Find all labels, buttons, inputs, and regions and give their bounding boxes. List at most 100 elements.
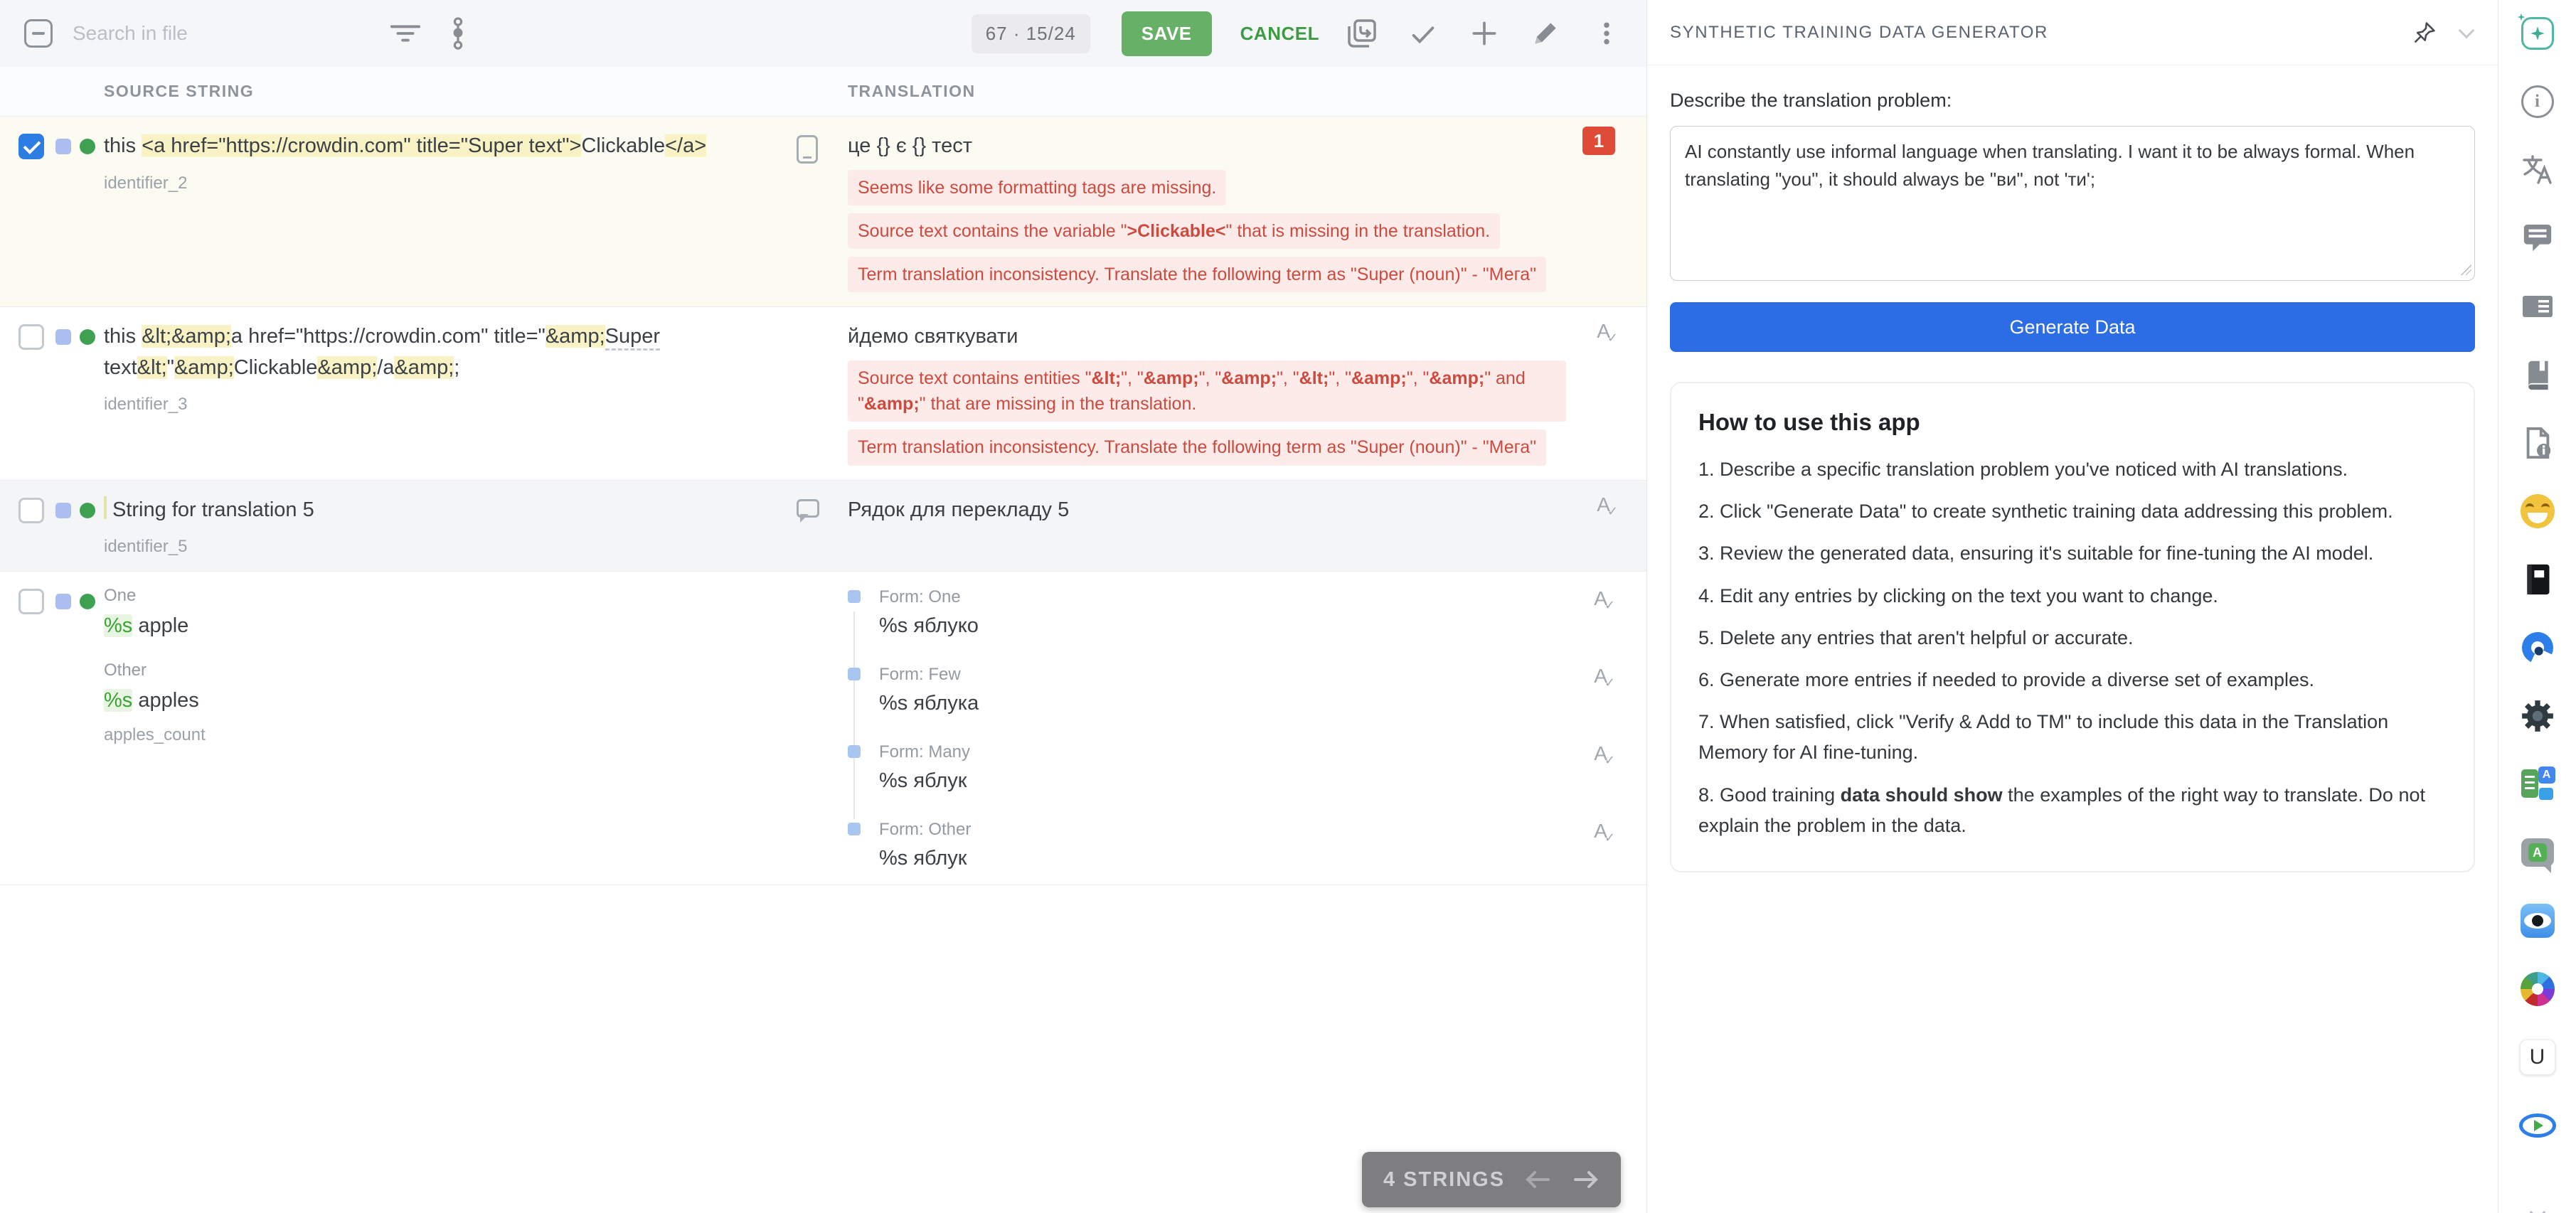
- howto-step: 5. Delete any entries that aren't helpfu…: [1698, 623, 2447, 653]
- spellcheck-icon[interactable]: A✓: [1597, 320, 1618, 346]
- black-book-icon: [2522, 562, 2553, 597]
- string-row-identifier-2[interactable]: this <a href="https://crowdin.com" title…: [0, 117, 1646, 307]
- chat-translate-app-button[interactable]: A: [2518, 833, 2557, 872]
- approval-status-square: [55, 503, 71, 518]
- translate-puzzle-app-button[interactable]: A: [2518, 765, 2557, 803]
- glossary-book-button[interactable]: [2518, 356, 2557, 394]
- row-checkbox[interactable]: [18, 324, 44, 350]
- form-status-square: [848, 668, 861, 680]
- prev-page-button[interactable]: [1524, 1169, 1551, 1190]
- form-label: Form: Few: [879, 665, 1578, 685]
- copy-source-button[interactable]: [1343, 15, 1380, 52]
- more-menu-button[interactable]: [1588, 15, 1625, 52]
- string-row-identifier-5[interactable]: String for translation 5 identifier_5 Ря…: [0, 481, 1646, 572]
- arrow-left-icon: [1524, 1169, 1551, 1190]
- placeholder-device-icon[interactable]: [797, 135, 818, 164]
- panel-body: Describe the translation problem: AI con…: [1647, 65, 2498, 1213]
- cancel-button[interactable]: CANCEL: [1240, 23, 1319, 45]
- qa-error-message: Term translation inconsistency. Translat…: [848, 429, 1546, 465]
- comment-icon[interactable]: [797, 499, 819, 518]
- dictionary-app-button[interactable]: [2518, 560, 2557, 599]
- color-wheel-icon: [2521, 972, 2555, 1006]
- spellcheck-icon[interactable]: A✓: [1594, 665, 1615, 690]
- problem-textarea[interactable]: AI constantly use informal language when…: [1670, 126, 2475, 281]
- plural-source-value: %s apple: [104, 614, 206, 638]
- form-translation: %s яблука: [879, 692, 1578, 715]
- spellcheck-icon[interactable]: A✓: [1597, 493, 1618, 519]
- pin-panel-button[interactable]: [2412, 21, 2437, 45]
- generate-data-button[interactable]: Generate Data: [1670, 302, 2475, 352]
- row-actions: [782, 572, 848, 885]
- machine-translation-button[interactable]: [2518, 151, 2557, 189]
- panel-title: SYNTHETIC TRAINING DATA GENERATOR: [1670, 23, 2048, 43]
- more-apps-button[interactable]: [2518, 1193, 2557, 1213]
- translation-cell[interactable]: йдемо святкувати Source text contains en…: [848, 307, 1646, 479]
- spellcheck-icon[interactable]: A✓: [1594, 742, 1615, 768]
- string-row-apples-count[interactable]: One %s apple Other %s apples apples_coun…: [0, 572, 1646, 885]
- resize-grip-icon[interactable]: [2460, 264, 2471, 275]
- smiley-icon: [2521, 494, 2555, 528]
- search-input[interactable]: [73, 22, 371, 45]
- row-checkbox[interactable]: [18, 498, 44, 523]
- howto-card: How to use this app 1. Describe a specif…: [1670, 382, 2475, 872]
- ai-sparkle-icon: [2521, 17, 2554, 50]
- editor-toolbar: 67 · 15/24 SAVE CANCEL: [0, 0, 1646, 67]
- edit-button[interactable]: [1527, 15, 1564, 52]
- emoji-app-button[interactable]: [2518, 492, 2557, 530]
- collapse-panel-button[interactable]: [2458, 29, 2475, 36]
- filter-button[interactable]: [387, 15, 424, 52]
- approval-status-square: [55, 139, 71, 154]
- translation-cell[interactable]: це {} є {} тест Seems like some formatti…: [848, 117, 1646, 306]
- plural-form-item[interactable]: Form: Few %s яблука A✓: [879, 665, 1578, 715]
- issue-count-badge[interactable]: 1: [1582, 127, 1615, 155]
- howto-title: How to use this app: [1698, 409, 2447, 436]
- eye-app-icon: [2521, 904, 2555, 938]
- next-page-button[interactable]: [1572, 1169, 1600, 1190]
- source-cell: this <a href="https://crowdin.com" title…: [0, 117, 782, 306]
- describe-problem-label: Describe the translation problem:: [1670, 90, 2475, 112]
- side-panel-button[interactable]: [2518, 287, 2557, 326]
- pagination-pill: 4 STRINGS: [1362, 1152, 1621, 1207]
- string-row-identifier-3[interactable]: this &lt;&amp;a href="https://crowdin.co…: [0, 307, 1646, 480]
- row-checkbox-checked[interactable]: [18, 134, 44, 159]
- string-identifier: apples_count: [104, 725, 206, 745]
- translation-text: Рядок для перекладу 5: [848, 495, 1578, 526]
- settings-app-button[interactable]: [2518, 697, 2557, 735]
- string-identifier: identifier_5: [104, 537, 761, 557]
- arc-app-button[interactable]: [2518, 629, 2557, 667]
- add-string-button[interactable]: [1466, 15, 1503, 52]
- u-app-button[interactable]: U: [2518, 1038, 2557, 1076]
- source-cell: this &lt;&amp;a href="https://crowdin.co…: [0, 307, 782, 479]
- spellcheck-icon[interactable]: A✓: [1594, 587, 1615, 613]
- string-counter-badge: 67 · 15/24: [972, 14, 1090, 53]
- form-label: Form: Many: [879, 742, 1578, 762]
- source-string-text: String for translation 5: [104, 495, 314, 526]
- crowdin-editor-app: 67 · 15/24 SAVE CANCEL SOURCE STRING TRA…: [0, 0, 2576, 1213]
- comments-button[interactable]: [2518, 219, 2557, 257]
- collapse-sidebar-icon[interactable]: [24, 19, 53, 48]
- preview-eye-app-button[interactable]: [2518, 902, 2557, 940]
- plural-form-item[interactable]: Form: One %s яблуко A✓: [879, 587, 1578, 638]
- plural-form-item[interactable]: Form: Many %s яблук A✓: [879, 742, 1578, 793]
- document-info-button[interactable]: [2518, 424, 2557, 462]
- blue-arc-icon: [2517, 628, 2557, 668]
- spellcheck-icon[interactable]: A✓: [1594, 820, 1615, 845]
- pushpin-icon: [2412, 21, 2437, 45]
- book-icon: [2522, 358, 2553, 391]
- translated-status-dot: [80, 503, 95, 518]
- video-preview-app-button[interactable]: [2518, 1106, 2557, 1145]
- form-label: Form: Other: [879, 820, 1578, 840]
- source-string-text: this &lt;&amp;a href="https://crowdin.co…: [104, 321, 744, 383]
- ai-generator-app-button[interactable]: [2518, 14, 2557, 53]
- string-info-button[interactable]: i: [2518, 82, 2557, 121]
- save-button[interactable]: SAVE: [1122, 11, 1212, 56]
- plural-form-label: One: [104, 586, 206, 606]
- translation-cell[interactable]: Рядок для перекладу 5 A✓: [848, 481, 1646, 572]
- approve-button[interactable]: [1405, 15, 1442, 52]
- string-list: this <a href="https://crowdin.com" title…: [0, 117, 1646, 1213]
- branch-dots-icon: [442, 16, 474, 50]
- string-options-button[interactable]: [440, 15, 477, 52]
- row-checkbox[interactable]: [18, 589, 44, 614]
- color-wheel-app-button[interactable]: [2518, 970, 2557, 1008]
- plural-form-item[interactable]: Form: Other %s яблук A✓: [879, 820, 1578, 870]
